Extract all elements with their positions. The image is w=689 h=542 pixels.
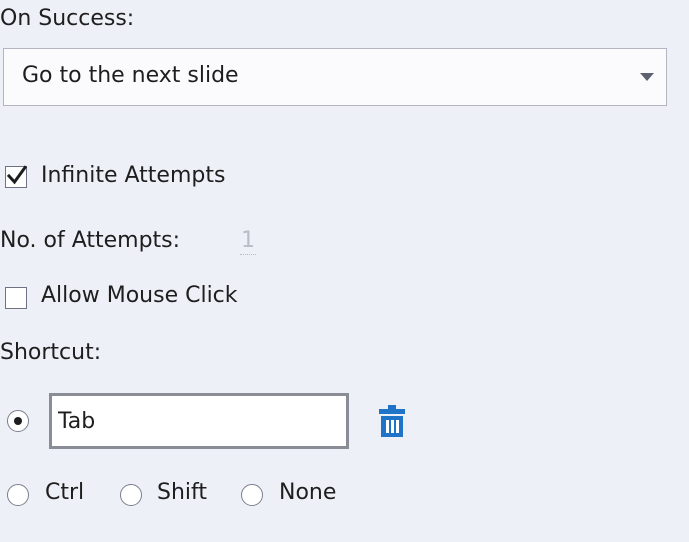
trash-icon[interactable] [377,405,407,437]
infinite-attempts-label: Infinite Attempts [41,163,226,188]
on-success-selected-value: Go to the next slide [22,63,239,88]
shift-radio[interactable] [120,484,142,506]
checkmark-icon [6,165,28,185]
success-settings-panel: On Success: Go to the next slide Infinit… [0,0,689,542]
attempts-value[interactable]: 1 [240,228,256,255]
ctrl-label: Ctrl [45,480,85,505]
ctrl-radio[interactable] [7,484,29,506]
allow-mouse-click-label: Allow Mouse Click [41,283,238,308]
shift-label: Shift [157,480,208,505]
shortcut-input[interactable] [49,393,349,449]
on-success-dropdown[interactable]: Go to the next slide [3,48,667,106]
infinite-attempts-checkbox[interactable] [5,165,28,188]
allow-mouse-click-checkbox[interactable] [5,287,27,309]
on-success-label: On Success: [0,6,135,31]
shortcut-label: Shortcut: [0,340,102,365]
radio-selected-dot [14,417,22,425]
none-radio[interactable] [241,484,263,506]
chevron-down-icon [640,73,654,81]
shortcut-key-radio[interactable] [7,410,29,432]
attempts-label: No. of Attempts: [0,228,181,253]
none-label: None [279,480,337,505]
